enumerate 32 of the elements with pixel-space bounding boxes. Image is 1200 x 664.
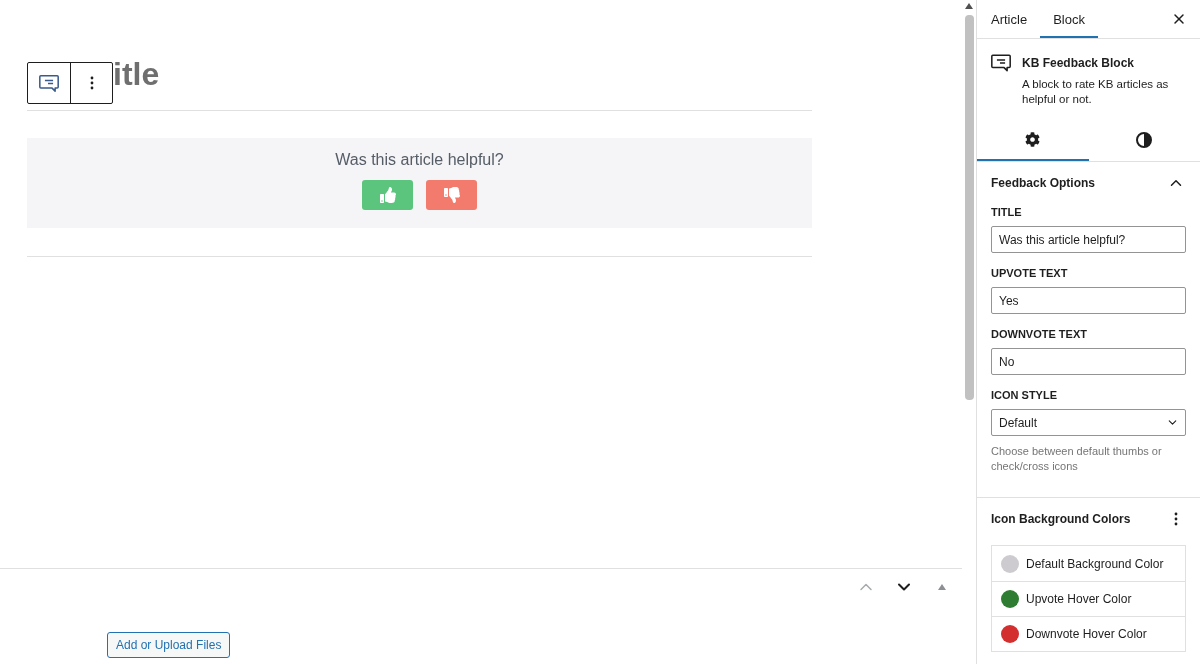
field-label: ICON STYLE xyxy=(991,388,1058,403)
sidebar-tab[interactable]: Article xyxy=(978,0,1041,38)
panel-title: Icon Background Colors xyxy=(991,512,1131,526)
select-field[interactable]: Default xyxy=(991,409,1186,436)
downvote-button[interactable] xyxy=(426,180,477,210)
block-description: A block to rate KB articles as helpful or not. xyxy=(1022,77,1170,107)
close-icon xyxy=(1171,11,1187,27)
upload-files-button[interactable]: Add or Upload Files xyxy=(107,632,231,658)
thumbs-up-icon xyxy=(379,187,396,203)
gear-icon xyxy=(1025,132,1041,147)
kebab-menu-icon xyxy=(1174,512,1178,526)
thumbs-down-icon xyxy=(443,187,460,203)
field-label: TITLE xyxy=(991,205,1023,220)
help-text: Choose between default thumbs or check/cross icons xyxy=(991,444,1163,474)
half-circle-icon xyxy=(1136,131,1153,148)
field-label: DOWNVOTE TEXT xyxy=(991,327,1088,342)
block-name: KB Feedback Block xyxy=(1022,55,1136,71)
select-value: Default xyxy=(999,415,1038,430)
comment-icon xyxy=(39,74,59,92)
kebab-menu-icon xyxy=(89,76,94,90)
text-input[interactable]: Yes xyxy=(991,287,1186,314)
scrollbar-thumb[interactable] xyxy=(964,15,974,400)
post-title: itle xyxy=(113,55,160,94)
sidebar-tab[interactable]: Block xyxy=(1040,0,1098,38)
feedback-question: Was this article helpful? xyxy=(335,150,504,170)
text-input[interactable]: Was this article helpful? xyxy=(991,226,1186,253)
triangle-up-icon[interactable] xyxy=(938,584,946,590)
panel-title: Feedback Options xyxy=(991,176,1096,190)
comment-icon xyxy=(991,53,1011,73)
field-label: UPVOTE TEXT xyxy=(991,266,1069,281)
scroll-up-arrow-icon[interactable] xyxy=(965,3,973,9)
text-input[interactable]: No xyxy=(991,348,1186,375)
